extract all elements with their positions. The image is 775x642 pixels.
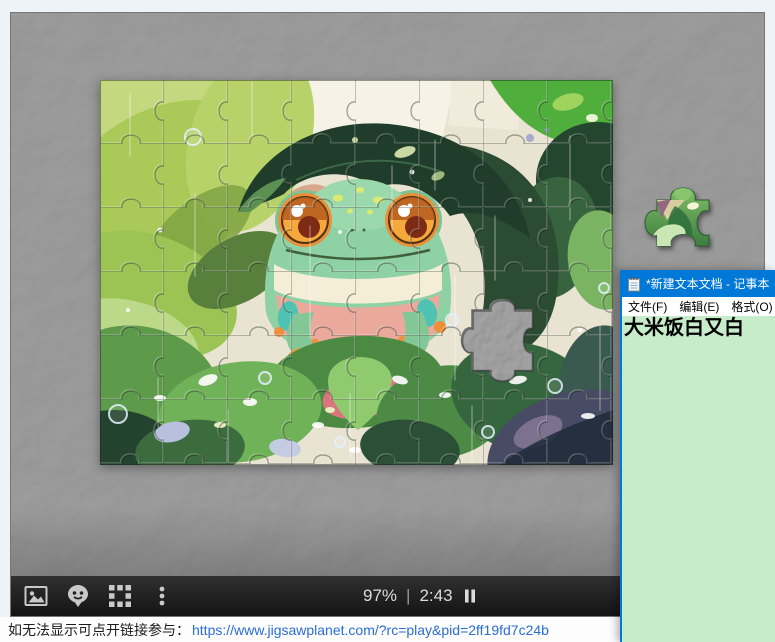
arrange-grid-icon[interactable] [107, 583, 133, 609]
notepad-menubar: 文件(F) 编辑(E) 格式(O) [622, 297, 775, 316]
notepad-title-text: *新建文本文档 - 记事本 [646, 275, 769, 292]
loose-puzzle-piece[interactable] [635, 176, 727, 262]
notepad-text-area[interactable]: 大米饭白又白 [622, 316, 775, 642]
puzzle-board[interactable] [100, 80, 613, 465]
notepad-window: *新建文本文档 - 记事本 文件(F) 编辑(E) 格式(O) 大米饭白又白 [620, 270, 775, 642]
share-status-bar: 如无法显示可点开链接参与： https://www.jigsawplanet.c… [0, 617, 620, 642]
menu-edit[interactable]: 编辑(E) [679, 298, 719, 315]
puzzle-share-link[interactable]: https://www.jigsawplanet.com/?rc=play&pi… [192, 622, 549, 638]
jigsawplanet-mascot-icon[interactable] [65, 583, 91, 609]
more-options-icon[interactable] [149, 583, 175, 609]
share-hint-text: 如无法显示可点开链接参与： [8, 620, 190, 640]
progress-time-cluster: 97% | 2:43 [363, 576, 478, 616]
notepad-icon [627, 276, 641, 292]
elapsed-time: 2:43 [419, 586, 452, 606]
menu-file[interactable]: 文件(F) [628, 298, 667, 315]
jigsaw-game-page: 97% | 2:43 如无法显示可点开链接参与： https://www.jig… [0, 0, 775, 642]
notepad-titlebar[interactable]: *新建文本文档 - 记事本 [622, 270, 775, 297]
separator: | [406, 586, 410, 606]
pause-icon[interactable] [462, 588, 478, 604]
image-thumbnail-icon[interactable] [23, 583, 49, 609]
game-toolbar: 97% | 2:43 [11, 576, 620, 616]
menu-format[interactable]: 格式(O) [731, 298, 772, 315]
progress-value: 97% [363, 586, 397, 606]
